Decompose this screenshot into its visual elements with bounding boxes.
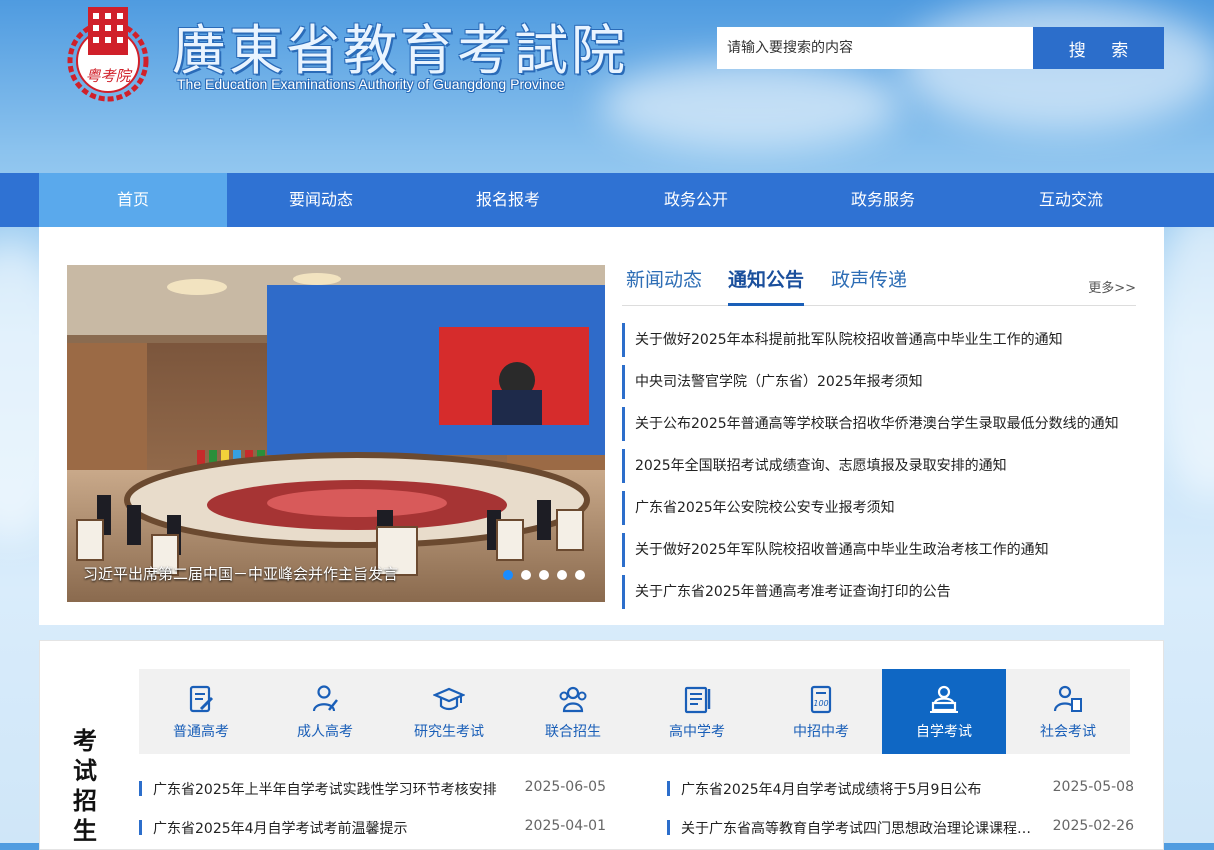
seal-text: 粤考院 <box>85 67 132 85</box>
graduation-cap-icon <box>433 687 465 711</box>
category-label: 研究生考试 <box>414 724 484 740</box>
list-bullet <box>139 781 142 796</box>
carousel-dot[interactable] <box>521 570 531 580</box>
list-item[interactable]: 2025年全国联招考试成绩查询、志愿填报及录取安排的通知 <box>622 449 1136 483</box>
exam-news-date: 2025-04-01 <box>524 818 606 834</box>
document-pen-icon <box>189 685 214 713</box>
notice-list: 关于做好2025年本科提前批军队院校招收普通高中毕业生工作的通知 中央司法警官学… <box>622 323 1136 617</box>
category-label: 高中学考 <box>669 724 725 740</box>
site-header: 粤考院 廣東省教育考試院 The Education Examinations … <box>0 0 1214 173</box>
category-self-study[interactable]: 自学考试 <box>882 669 1006 754</box>
exam-news-title: 广东省2025年4月自学考试考前温馨提示 <box>153 821 408 837</box>
list-bullet <box>667 781 670 796</box>
list-item[interactable]: 中央司法警官学院（广东省）2025年报考须知 <box>622 365 1136 399</box>
category-label: 成人高考 <box>297 724 353 740</box>
svg-text:100: 100 <box>813 699 828 708</box>
carousel-dot[interactable] <box>575 570 585 580</box>
nav-item-home[interactable]: 首页 <box>39 173 227 227</box>
category-label: 联合招生 <box>545 724 601 740</box>
exam-news-title: 广东省2025年4月自学考试成绩将于5月9日公布 <box>681 782 982 798</box>
nav-item-gov-service[interactable]: 政务服务 <box>789 173 977 227</box>
more-link[interactable]: 更多>> <box>1088 277 1136 296</box>
score-sheet-icon: 100 <box>810 685 832 714</box>
person-pen-icon <box>312 685 338 712</box>
list-item[interactable]: 广东省2025年公安院校公安专业报考须知 <box>622 491 1136 525</box>
carousel-caption[interactable]: 习近平出席第二届中国－中亚峰会并作主旨发言 <box>83 563 398 584</box>
clipboard-icon <box>684 686 711 714</box>
exam-news-item[interactable]: 广东省2025年上半年自学考试实践性学习环节考核安排 2025-06-05 <box>139 779 606 799</box>
category-label: 自学考试 <box>916 724 972 740</box>
site-title-en: The Education Examinations Authority of … <box>177 76 565 92</box>
list-bullet <box>667 820 670 835</box>
category-label: 普通高考 <box>173 724 229 740</box>
list-item[interactable]: 关于做好2025年本科提前批军队院校招收普通高中毕业生工作的通知 <box>622 323 1136 357</box>
list-bullet <box>139 820 142 835</box>
search-button[interactable]: 搜 索 <box>1033 27 1164 69</box>
news-carousel[interactable]: 习近平出席第二届中国－中亚峰会并作主旨发言 <box>67 265 605 602</box>
group-icon <box>559 686 587 713</box>
exam-news-title: 广东省2025年上半年自学考试实践性学习环节考核安排 <box>153 782 497 798</box>
search-input[interactable] <box>717 27 1033 69</box>
nav-item-interaction[interactable]: 互动交流 <box>977 173 1165 227</box>
section-title: 考试招生 <box>73 727 97 845</box>
exam-section: 考试招生 普通高考 成人高考 研究生考试 联合招生 高中学考 100 中招中考 … <box>39 640 1164 850</box>
person-doc-icon <box>1053 685 1082 712</box>
category-graduate-exam[interactable]: 研究生考试 <box>387 669 511 754</box>
seal-logo-icon[interactable]: 粤考院 <box>60 3 156 103</box>
category-label: 中招中考 <box>793 724 849 740</box>
exam-news-date: 2025-06-05 <box>524 779 606 795</box>
tab-gov-voice[interactable]: 政声传递 <box>831 265 907 303</box>
category-social-exam[interactable]: 社会考试 <box>1006 669 1130 754</box>
nav-item-registration[interactable]: 报名报考 <box>414 173 602 227</box>
category-label: 社会考试 <box>1040 724 1096 740</box>
news-tabs: 新闻动态 通知公告 政声传递 更多>> <box>622 265 1136 306</box>
site-title-cn[interactable]: 廣東省教育考試院 <box>172 6 628 85</box>
nav-item-gov-info[interactable]: 政务公开 <box>602 173 790 227</box>
carousel-dots <box>503 570 585 580</box>
laptop-user-icon <box>930 685 958 713</box>
category-joint-admission[interactable]: 联合招生 <box>511 669 635 754</box>
list-item[interactable]: 关于公布2025年普通高等学校联合招收华侨港澳台学生录取最低分数线的通知 <box>622 407 1136 441</box>
exam-news-item[interactable]: 广东省2025年4月自学考试考前温馨提示 2025-04-01 <box>139 818 606 838</box>
exam-news-date: 2025-02-26 <box>1052 818 1134 834</box>
main-nav: 首页 要闻动态 报名报考 政务公开 政务服务 互动交流 <box>0 173 1214 227</box>
exam-category-bar: 普通高考 成人高考 研究生考试 联合招生 高中学考 100 中招中考 自学考试 <box>139 669 1130 754</box>
exam-news-date: 2025-05-08 <box>1052 779 1134 795</box>
list-item[interactable]: 关于做好2025年军队院校招收普通高中毕业生政治考核工作的通知 <box>622 533 1136 567</box>
exam-news-item[interactable]: 关于广东省高等教育自学考试四门思想政治理论课课程调整的通知 2025-02-26 <box>667 818 1134 838</box>
tab-notices[interactable]: 通知公告 <box>728 265 805 306</box>
exam-news-title: 关于广东省高等教育自学考试四门思想政治理论课课程调整的通知 <box>681 821 1031 837</box>
category-highschool-test[interactable]: 高中学考 <box>635 669 759 754</box>
list-item[interactable]: 关于广东省2025年普通高考准考证查询打印的公告 <box>622 575 1136 609</box>
carousel-dot[interactable] <box>539 570 549 580</box>
carousel-photo <box>67 265 605 602</box>
category-zhongkao[interactable]: 100 中招中考 <box>759 669 883 754</box>
tab-news[interactable]: 新闻动态 <box>626 265 702 303</box>
category-general-exam[interactable]: 普通高考 <box>139 669 263 754</box>
carousel-dot[interactable] <box>503 570 513 580</box>
exam-news-item[interactable]: 广东省2025年4月自学考试成绩将于5月9日公布 2025-05-08 <box>667 779 1134 799</box>
category-adult-exam[interactable]: 成人高考 <box>263 669 387 754</box>
nav-item-news[interactable]: 要闻动态 <box>227 173 415 227</box>
main-panel: 习近平出席第二届中国－中亚峰会并作主旨发言 新闻动态 通知公告 政声传递 更多>… <box>39 227 1164 625</box>
carousel-dot[interactable] <box>557 570 567 580</box>
